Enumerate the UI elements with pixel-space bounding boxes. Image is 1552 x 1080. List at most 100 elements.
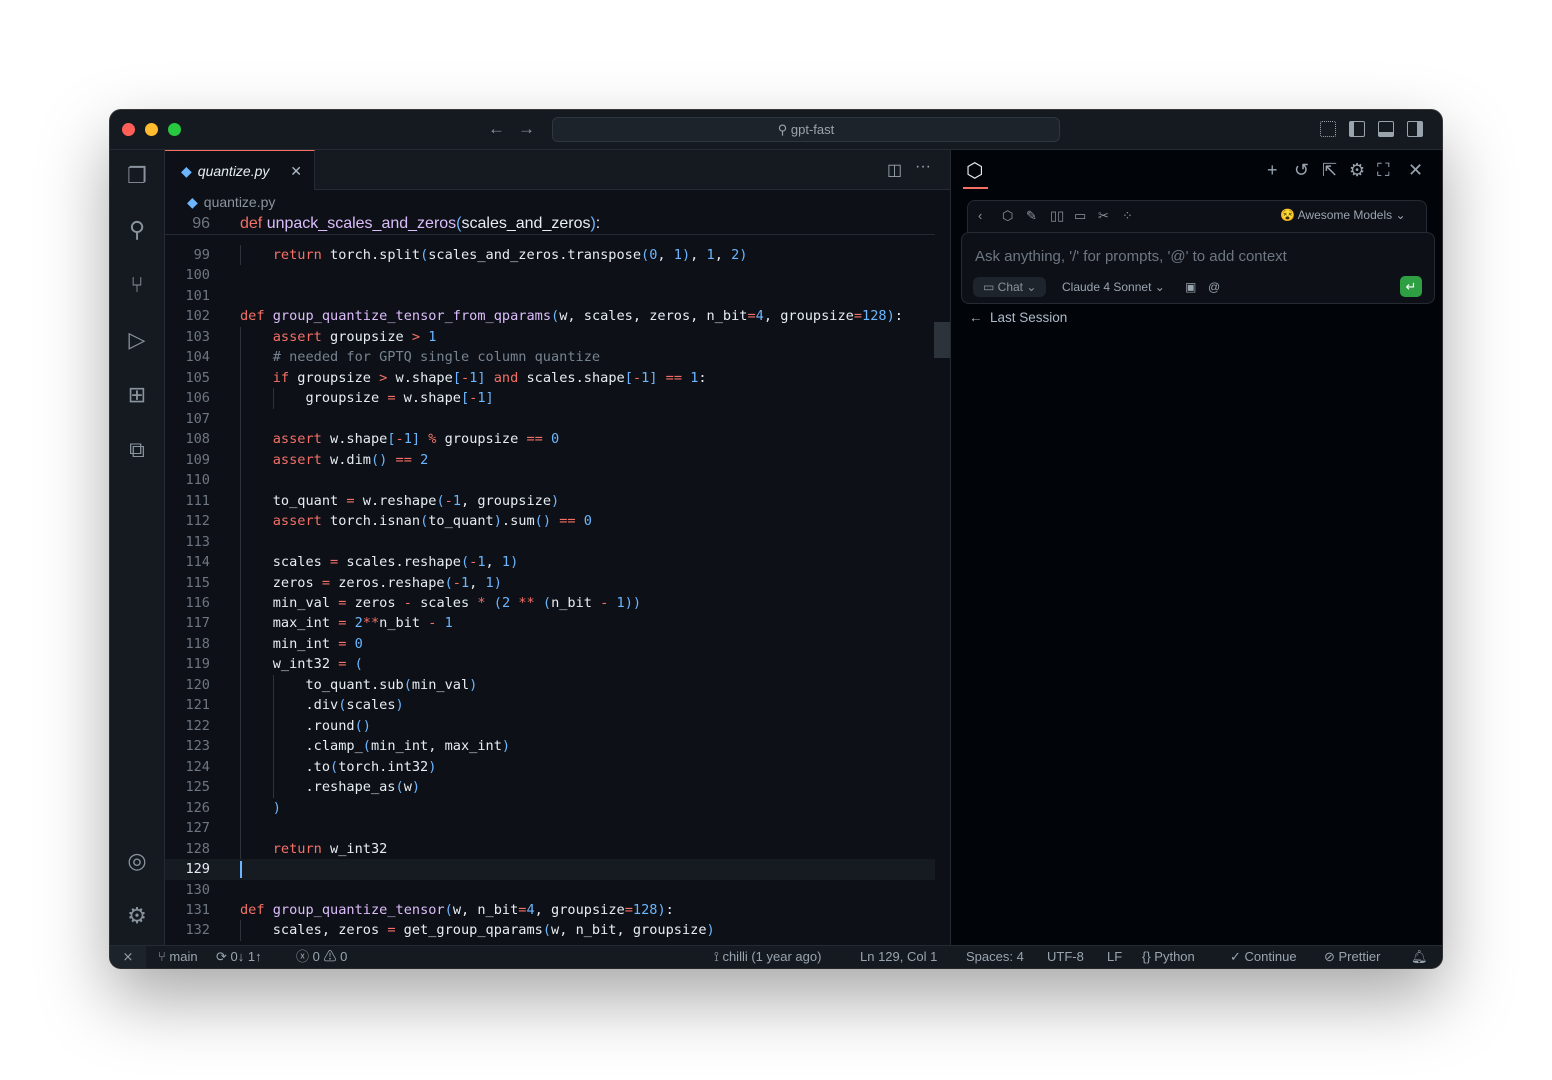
customize-layout-icon[interactable]	[1320, 121, 1336, 137]
code-line[interactable]: 111 to_quant = w.reshape(-1, groupsize)	[165, 490, 935, 512]
source-control-icon[interactable]: ⑂	[123, 271, 151, 299]
scrollbar-thumb[interactable]	[934, 322, 950, 358]
send-button[interactable]: ↵	[1400, 276, 1422, 297]
problems-status[interactable]: ⓧ 0 ⚠ 0	[296, 946, 347, 968]
code-line[interactable]: 108 assert w.shape[-1] % groupsize == 0	[165, 429, 935, 450]
code-line[interactable]: 130	[165, 880, 935, 900]
language-status[interactable]: {} Python	[1142, 946, 1195, 968]
fullscreen-icon[interactable]: ⛶	[1377, 160, 1390, 181]
code-line[interactable]: 106 groupsize = w.shape[-1]	[165, 388, 935, 409]
toggle-sidebar-icon[interactable]	[1349, 121, 1365, 137]
toggle-panel-icon[interactable]	[1378, 121, 1394, 137]
code-line[interactable]: 117 max_int = 2**n_bit - 1	[165, 613, 935, 634]
tab-quantize-py[interactable]: ◆ quantize.py ✕	[165, 150, 315, 190]
back-arrow-icon[interactable]: ←	[488, 119, 505, 139]
tools-icon[interactable]: ✂	[1098, 208, 1109, 224]
maximize-window-button[interactable]	[168, 123, 181, 136]
files-icon[interactable]: ❐	[123, 162, 151, 190]
open-external-icon[interactable]: ⇱	[1322, 160, 1337, 181]
prettier-status[interactable]: ⊘ Prettier	[1324, 946, 1380, 968]
code-token: ,	[657, 247, 674, 263]
code-line[interactable]: 122 .round()	[165, 715, 935, 737]
back-icon[interactable]: ‹	[978, 208, 982, 223]
history-icon[interactable]: ↺	[1294, 160, 1309, 181]
close-window-button[interactable]	[122, 123, 135, 136]
code-line[interactable]: 132 scales, zeros = get_group_qparams(w, …	[165, 920, 935, 941]
new-chat-icon[interactable]: +	[1267, 160, 1278, 181]
chat-logo-icon[interactable]: ⬡	[966, 158, 983, 183]
code-line[interactable]: 104 # needed for GPTQ single column quant…	[165, 347, 935, 368]
code-line[interactable]: 119 w_int32 = (	[165, 654, 935, 675]
mode-dropdown[interactable]: ▭ Chat ⌄	[973, 277, 1047, 297]
close-tab-icon[interactable]: ✕	[290, 151, 302, 191]
continue-status[interactable]: ✓ Continue	[1230, 946, 1297, 968]
search-icon[interactable]: ⚲	[123, 216, 151, 244]
grid-icon[interactable]: ⁘	[1122, 208, 1133, 224]
split-editor-icon[interactable]: ◫	[887, 160, 902, 180]
code-line[interactable]: 126)	[165, 797, 935, 819]
code-line[interactable]: 120 to_quant.sub(min_val)	[165, 674, 935, 696]
code-line[interactable]: 102 def group_quantize_tensor_from_qparam…	[165, 306, 935, 326]
code-line[interactable]: 127	[165, 818, 935, 839]
code-line[interactable]: 96 def unpack_scales_and_zeros(scales_and…	[165, 214, 935, 234]
code-line[interactable]: 103 assert groupsize > 1	[165, 326, 935, 348]
comment-icon[interactable]: ▭	[1074, 208, 1086, 224]
code-line[interactable]: 107	[165, 408, 935, 430]
more-actions-icon[interactable]: ···	[915, 158, 931, 176]
cursor-position[interactable]: Ln 129, Col 1	[860, 946, 937, 968]
command-center-search[interactable]: ⚲ gpt-fast	[552, 117, 1060, 142]
code-line[interactable]: 99 return torch.split (scales_and_zeros.tr…	[165, 245, 935, 266]
book-icon[interactable]: ▯▯	[1050, 208, 1064, 224]
code-line[interactable]: 123 .clamp_(min_int, max_int)	[165, 736, 935, 757]
image-icon[interactable]: ▣	[1185, 277, 1196, 297]
code-line[interactable]: 105 if groupsize > w.shape[-1] and scales…	[165, 367, 935, 389]
code-line[interactable]: 128 return w_int32	[165, 838, 935, 860]
forward-arrow-icon[interactable]: →	[518, 119, 535, 139]
code-line[interactable]: 101	[165, 286, 935, 306]
code-token: :	[595, 215, 601, 232]
settings-gear-icon[interactable]: ⚙	[123, 902, 151, 930]
chat-input[interactable]: Ask anything, '/' for prompts, '@' to ad…	[961, 232, 1435, 304]
code-lines[interactable]: 99 return torch.split(scales_and_zeros.tr…	[165, 245, 935, 941]
account-icon[interactable]: ◎	[123, 847, 151, 875]
code-line[interactable]: 121 .div(scales)	[165, 695, 935, 716]
code-line[interactable]: 114 scales = scales.reshape(-1, 1)	[165, 552, 935, 573]
minimize-window-button[interactable]	[145, 123, 158, 136]
cube-icon[interactable]: ⬡	[1002, 208, 1013, 224]
notifications-bell-icon[interactable]: 🔔︎	[1411, 946, 1428, 968]
continue-label: Continue	[1244, 949, 1297, 964]
code-line[interactable]: 129	[165, 859, 935, 880]
code-line[interactable]: 131 def group_quantize_tensor(w, n_bit = 4,…	[165, 900, 935, 920]
close-icon[interactable]: ✕	[1408, 160, 1423, 181]
git-blame-status[interactable]: ⟟ chilli (1 year ago)	[714, 946, 821, 968]
pencil-icon[interactable]: ✎	[1026, 208, 1037, 224]
code-line[interactable]: 109 assert w.dim() == 2	[165, 449, 935, 471]
code-line[interactable]: 116 min_val = zeros - scales * (2 ** (n_b…	[165, 592, 935, 614]
models-selector[interactable]: 😵 Awesome Models ⌄	[1280, 208, 1406, 222]
eol-status[interactable]: LF	[1107, 946, 1122, 968]
code-token: )	[886, 308, 895, 325]
code-line[interactable]: 110	[165, 470, 935, 491]
indentation-status[interactable]: Spaces: 4	[966, 946, 1024, 968]
code-line[interactable]: 115 zeros = zeros.reshape(-1, 1)	[165, 572, 935, 593]
run-debug-icon[interactable]: ▷	[123, 326, 151, 354]
breadcrumb[interactable]: ◆ quantize.py	[187, 194, 275, 211]
code-line[interactable]: 113	[165, 531, 935, 553]
toggle-secondary-sidebar-icon[interactable]	[1407, 121, 1423, 137]
code-line[interactable]: 125 .reshape_as(w)	[165, 777, 935, 798]
remote-explorer-icon[interactable]: ⧉	[123, 436, 151, 464]
at-mention-icon[interactable]: @	[1208, 277, 1220, 297]
remote-icon[interactable]: ⨯	[110, 946, 146, 968]
extensions-icon[interactable]: ⊞	[123, 381, 151, 409]
code-line[interactable]: 100	[165, 265, 935, 285]
branch-status[interactable]: ⑂ main	[158, 946, 198, 968]
sync-status[interactable]: ⟳ 0↓ 1↑	[216, 946, 262, 968]
last-session-link[interactable]: ← Last Session	[969, 310, 1067, 325]
code-line[interactable]: 118 min_int = 0	[165, 633, 935, 655]
model-dropdown[interactable]: Claude 4 Sonnet ⌄	[1062, 277, 1165, 297]
code-line[interactable]: 124 .to(torch.int32)	[165, 756, 935, 778]
settings-icon[interactable]: ⚙	[1349, 160, 1365, 181]
sticky-scroll-header[interactable]: 96 def unpack_scales_and_zeros(scales_and…	[165, 214, 935, 236]
encoding-status[interactable]: UTF-8	[1047, 946, 1084, 968]
code-line[interactable]: 112 assert torch.isnan(to_quant).sum() ==…	[165, 511, 935, 532]
